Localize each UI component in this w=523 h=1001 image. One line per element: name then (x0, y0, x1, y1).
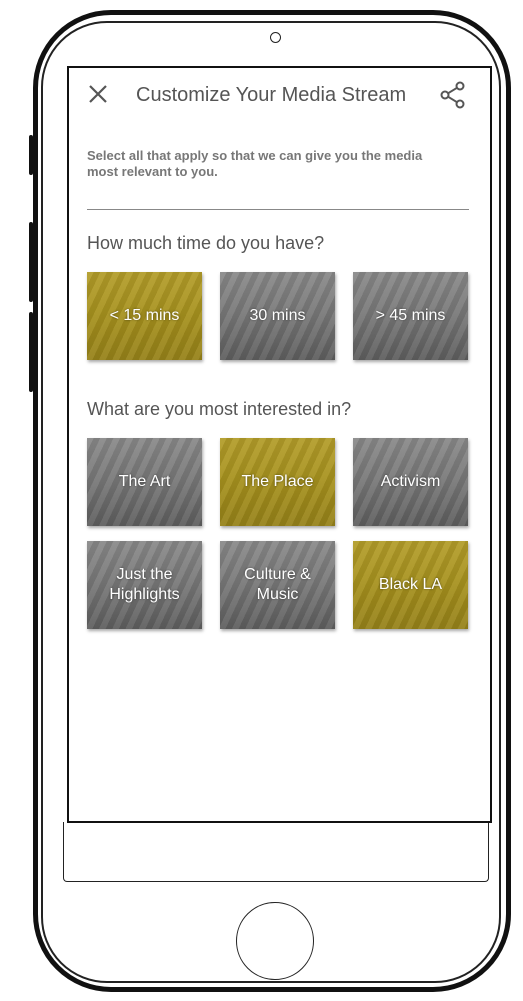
tile-label: 30 mins (249, 307, 306, 324)
mute-switch (29, 135, 33, 175)
time-option-30[interactable]: 30 mins (220, 272, 335, 360)
volume-up-button (29, 222, 33, 302)
tile-label: > 45 mins (375, 307, 446, 324)
interest-option-highlights[interactable]: Just the Highlights (87, 541, 202, 629)
tile-label: Activism (380, 473, 441, 490)
home-button[interactable] (236, 902, 314, 980)
interest-option-the-art[interactable]: The Art (87, 438, 202, 526)
interest-option-activism[interactable]: Activism (353, 438, 468, 526)
app-screen: Customize Your Media Stream Select all t… (67, 66, 492, 823)
front-camera (270, 32, 281, 43)
interest-option-black-la[interactable]: Black LA (353, 541, 468, 629)
close-button[interactable] (86, 82, 110, 106)
interest-section-label: What are you most interested in? (87, 399, 352, 419)
share-button[interactable] (439, 81, 467, 109)
tile-label: Culture & Music (244, 566, 311, 603)
page-title: Customize Your Media Stream (136, 84, 407, 106)
interest-option-the-place[interactable]: The Place (220, 438, 335, 526)
divider (87, 209, 469, 210)
tile-label: < 15 mins (109, 307, 180, 324)
volume-down-button (29, 312, 33, 392)
time-option-over-45[interactable]: > 45 mins (353, 272, 468, 360)
time-option-under-15[interactable]: < 15 mins (87, 272, 202, 360)
tile-label: The Art (118, 473, 171, 490)
tile-label: Black LA (378, 576, 443, 593)
interest-option-culture-music[interactable]: Culture & Music (220, 541, 335, 629)
tile-label: The Place (241, 473, 314, 490)
tile-label: Just the Highlights (109, 566, 180, 603)
time-section-label: How much time do you have? (87, 233, 325, 253)
close-icon (89, 85, 107, 103)
intro-text: Select all that apply so that we can giv… (87, 148, 423, 179)
share-icon (440, 81, 465, 109)
header: Customize Your Media Stream (69, 68, 490, 123)
screen-bottom-bezel (63, 822, 489, 882)
